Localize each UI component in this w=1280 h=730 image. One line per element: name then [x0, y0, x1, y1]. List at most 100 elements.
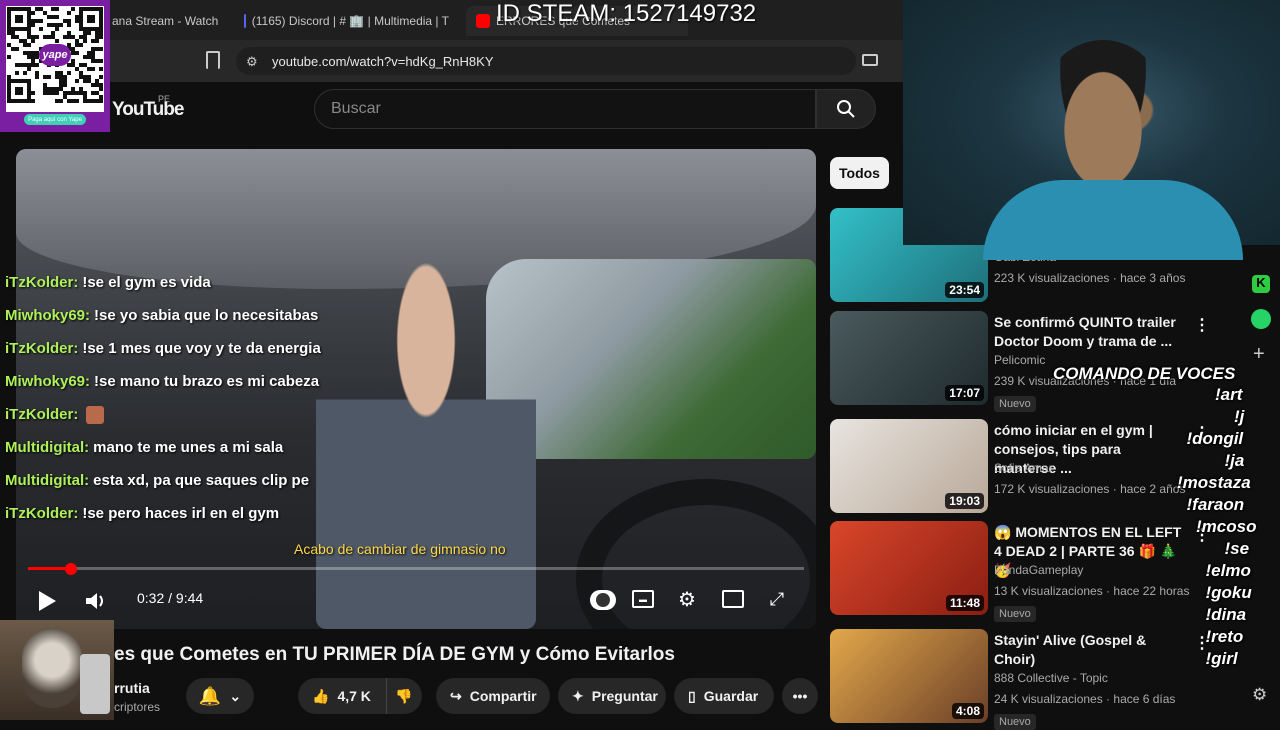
- video-title-link[interactable]: Stayin' Alive (Gospel & Choir): [994, 631, 1184, 669]
- logo-text: YouTube: [112, 99, 184, 120]
- chat-text: mano te me unes a mi sala: [93, 439, 284, 456]
- qr-caption: Paga aquí con Yape: [24, 114, 86, 125]
- browser-tab-bar: ana Stream - Watch L (1165) Discord | # …: [0, 0, 905, 40]
- filter-chip-all[interactable]: Todos: [830, 157, 889, 189]
- play-button[interactable]: [34, 588, 60, 614]
- search-button[interactable]: [816, 89, 876, 129]
- dislike-button[interactable]: 👎: [386, 678, 422, 714]
- ask-button[interactable]: ✦ Preguntar: [558, 678, 666, 714]
- subtitles-button[interactable]: ▬: [632, 590, 654, 608]
- chat-text: !se pero haces irl en el gym: [82, 505, 280, 522]
- settings-button[interactable]: ⚙: [676, 588, 698, 611]
- discord-icon: [244, 14, 246, 28]
- youtube-icon: [476, 14, 490, 28]
- bookmark-icon[interactable]: [206, 51, 220, 69]
- like-button[interactable]: 👍 4,7 K: [298, 678, 386, 714]
- pet-cam-overlay: [0, 620, 114, 720]
- chat-message: Miwhoky69: !se yo sabia que lo necesitaba…: [5, 307, 318, 324]
- voice-command: !mostaza: [1177, 473, 1251, 492]
- video-duration: 19:03: [945, 493, 984, 509]
- video-duration: 17:07: [945, 385, 984, 401]
- streamer-shirt: [983, 180, 1243, 260]
- chat-text: !se mano tu brazo es mi cabeza: [94, 373, 320, 390]
- video-channel[interactable]: 888 Collective - Topic: [994, 671, 1108, 685]
- more-vert-icon[interactable]: ⋮: [1194, 315, 1210, 335]
- bell-icon: 🔔: [198, 685, 222, 706]
- video-title-link[interactable]: Se confirmó QUINTO trailer Doctor Doom y…: [994, 313, 1184, 351]
- chat-message: iTzKolder: !se el gym es vida: [5, 274, 211, 291]
- add-icon[interactable]: +: [1253, 343, 1265, 366]
- chat-username: iTzKolder:: [5, 274, 79, 291]
- chat-username: iTzKolder:: [5, 340, 79, 357]
- video-thumbnail[interactable]: 4:08: [830, 629, 988, 723]
- video-meta: 223 K visualizaciones · hace 3 años: [994, 271, 1186, 285]
- tab-discord[interactable]: (1165) Discord | # 🏢 | Multimedia | T: [244, 8, 449, 34]
- chat-message: Miwhoky69: !se mano tu brazo es mi cabeza: [5, 373, 319, 390]
- video-meta: 24 K visualizaciones · hace 6 días: [994, 692, 1176, 706]
- youtube-logo[interactable]: YouTube: [112, 99, 184, 121]
- chat-text: esta xd, pa que saques clip pe: [93, 472, 310, 489]
- cast-icon[interactable]: [862, 54, 878, 66]
- progress-scrubber[interactable]: [64, 563, 77, 575]
- fullscreen-button[interactable]: ⤢: [766, 588, 788, 610]
- like-count: 4,7 K: [337, 688, 371, 704]
- voice-command: !goku: [1205, 583, 1252, 602]
- new-badge: Nuevo: [994, 714, 1036, 730]
- video-duration: 4:08: [951, 703, 984, 719]
- dog-image: [22, 628, 82, 708]
- video-thumbnail[interactable]: 19:03: [830, 419, 988, 513]
- voice-command: !faraon: [1186, 495, 1245, 514]
- video-channel[interactable]: PandaGameplay: [994, 563, 1083, 577]
- share-button[interactable]: ↪ Compartir: [436, 678, 550, 714]
- chat-username: iTzKolder:: [5, 505, 79, 522]
- tab-label: ana Stream - Watch L: [112, 14, 222, 28]
- time-display: 0:32 / 9:44: [137, 590, 204, 606]
- streamer-face: [1043, 40, 1163, 190]
- search-placeholder: Buscar: [331, 100, 381, 117]
- chat-message: iTzKolder: !se pero haces irl en el gym: [5, 505, 279, 522]
- voice-command: !reto: [1205, 627, 1244, 646]
- save-button[interactable]: ▯ Guardar: [674, 678, 774, 714]
- search-icon: [837, 100, 855, 118]
- chat-message: iTzKolder:: [5, 406, 105, 425]
- subtitles-icon: ▬: [639, 594, 647, 604]
- voice-command: !dongil: [1186, 429, 1244, 448]
- chat-username: Multidigital:: [5, 472, 90, 489]
- video-thumbnail[interactable]: 11:48: [830, 521, 988, 615]
- channel-name[interactable]: rrutia: [114, 680, 150, 696]
- chat-username: Multidigital:: [5, 439, 90, 456]
- chat-message: Multidigital: mano te me unes a mi sala: [5, 439, 283, 456]
- voice-command: !ja: [1224, 451, 1245, 470]
- video-channel[interactable]: Pelicomic: [994, 353, 1045, 367]
- more-actions-button[interactable]: •••: [782, 678, 818, 714]
- chevron-down-icon: ⌄: [229, 687, 242, 704]
- autoplay-toggle[interactable]: [590, 590, 616, 610]
- yape-qr-overlay: yape Paga aquí con Yape: [0, 0, 110, 132]
- search-input[interactable]: Buscar: [314, 89, 816, 129]
- voice-command: !girl: [1205, 649, 1238, 668]
- video-channel[interactable]: Sofia Amar: [994, 461, 1053, 475]
- video-title: es que Cometes en TU PRIMER DÍA DE GYM y…: [114, 644, 675, 665]
- voice-command: !art: [1215, 385, 1243, 404]
- url-field[interactable]: ⚙ youtube.com/watch?v=hdKg_RnH8KY: [236, 47, 856, 75]
- chat-username: Miwhoky69:: [5, 307, 91, 324]
- volume-icon: [86, 593, 103, 609]
- new-badge: Nuevo: [994, 396, 1036, 412]
- save-label: Guardar: [703, 688, 759, 704]
- video-thumbnail[interactable]: 17:07: [830, 311, 988, 405]
- gear-icon[interactable]: ⚙: [1252, 685, 1267, 705]
- chat-message: Multidigital: esta xd, pa que saques clip…: [5, 472, 309, 489]
- site-info-icon[interactable]: ⚙: [246, 54, 258, 70]
- voice-command: !se: [1224, 539, 1250, 558]
- voice-command: !dina: [1205, 605, 1247, 624]
- kick-icon[interactable]: K: [1252, 275, 1270, 293]
- voice-command: !mcoso: [1196, 517, 1257, 536]
- notification-bell-button[interactable]: 🔔 ⌄: [186, 678, 254, 714]
- theater-mode-button[interactable]: [722, 590, 744, 608]
- whatsapp-icon[interactable]: [1251, 309, 1271, 329]
- tab-twitch[interactable]: ana Stream - Watch L: [112, 8, 222, 34]
- url-text: youtube.com/watch?v=hdKg_RnH8KY: [272, 53, 494, 69]
- progress-bar[interactable]: [28, 567, 804, 570]
- streamer-webcam: [903, 0, 1280, 260]
- volume-button[interactable]: [83, 588, 109, 614]
